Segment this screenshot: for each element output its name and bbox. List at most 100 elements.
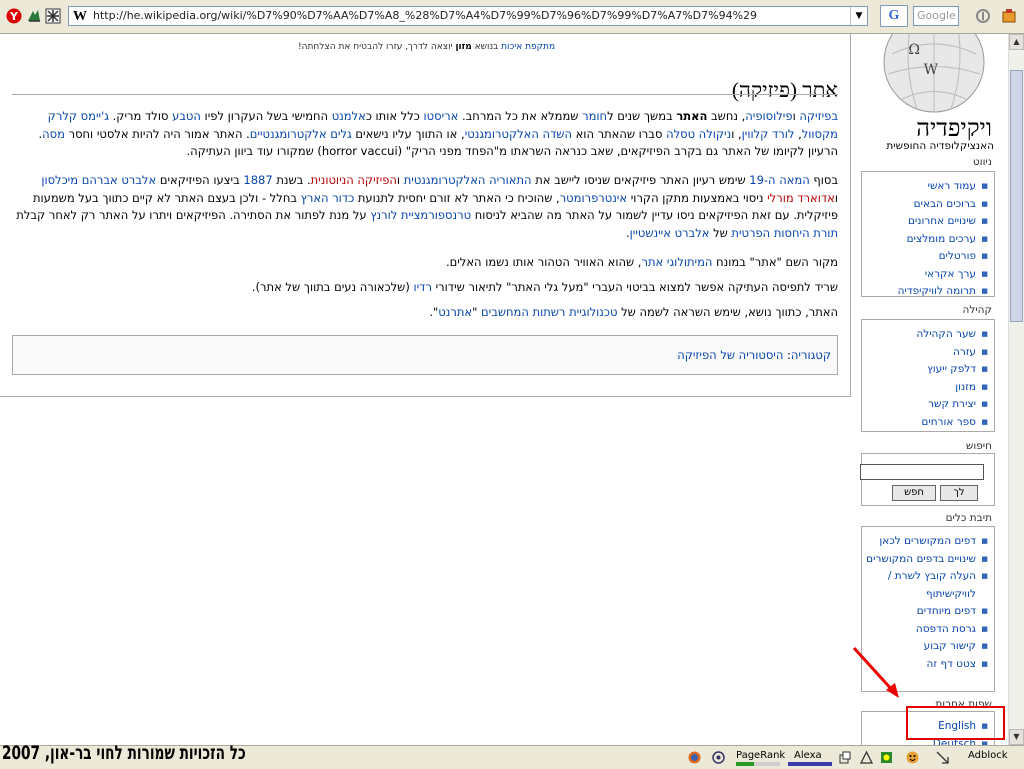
firefox-icon[interactable]: [688, 751, 701, 764]
paragraph-text: , שהוא האוויר הטהור אותו נשמו האלים.: [445, 255, 642, 269]
search-button[interactable]: חפש: [892, 485, 936, 501]
sidebar-item[interactable]: העלה קובץ לשרת / לוויקישיתוף: [862, 568, 990, 603]
category-link[interactable]: היסטוריה של הפיזיקה: [677, 348, 783, 362]
paragraph-text: החמישי בשל העקרון לפיו: [200, 109, 332, 123]
category-label[interactable]: קטגוריה: [791, 348, 831, 362]
cookie-icon[interactable]: [838, 751, 851, 764]
sidebar-item[interactable]: דפים מיוחדים: [862, 603, 990, 621]
sidebar-item[interactable]: ברוכים הבאים: [862, 196, 990, 214]
article-link[interactable]: מסה: [42, 127, 65, 141]
article-link[interactable]: המאה ה-19: [749, 173, 809, 187]
sidebar-item[interactable]: גרסת הדפסה: [862, 621, 990, 639]
warning-icon[interactable]: [860, 751, 873, 764]
article-link[interactable]: בפיזיקה: [799, 109, 838, 123]
article-link[interactable]: חומר: [582, 109, 607, 123]
article-link[interactable]: התאוריה האלקטרומגנטית: [404, 173, 532, 187]
article-link[interactable]: אלברט איינשטיין: [630, 226, 710, 240]
search-input[interactable]: [860, 464, 984, 480]
article-link[interactable]: השדה האלקטרומגנטי: [465, 127, 572, 141]
missing-article-link[interactable]: אדוארד מורלי: [767, 191, 835, 205]
paragraph-text: האתר, כתווך נושא, שימש השראה לשמה של: [617, 305, 838, 319]
article-link[interactable]: לורד קלווין: [742, 127, 795, 141]
sidebar-item[interactable]: מזנון: [862, 379, 990, 397]
article-link[interactable]: פילוסופיה: [745, 109, 792, 123]
paragraph-text: ו: [834, 190, 838, 205]
pagerank-icon[interactable]: [975, 8, 991, 24]
paragraph-text: , או התווך עליו נישאים: [351, 126, 465, 141]
google-search-icon[interactable]: G: [880, 5, 908, 27]
paragraph-text: , שהוכיח כי האתר לא זורם יחסית לתנועת: [354, 190, 560, 205]
paragraph-2: בסוף המאה ה-19 שימש רעיון האתר פיזיקאים …: [10, 172, 838, 242]
article-link[interactable]: טכנולוגיית רשתות המחשבים: [481, 305, 617, 319]
scroll-up-icon[interactable]: ▲: [1009, 34, 1024, 50]
paragraph-text: במשך שנים ל: [607, 109, 677, 123]
sidebar-item[interactable]: דפים המקושרים לכאן: [862, 533, 990, 551]
article-link[interactable]: אריסטו: [424, 109, 459, 123]
missing-article-link[interactable]: הפיזיקה הניוטונית: [311, 173, 397, 187]
site-notice-link[interactable]: מתקפת איכות: [501, 42, 555, 52]
article-link[interactable]: אלמנט: [332, 109, 366, 123]
sidebar-item[interactable]: שינויים בדפים המקושרים: [862, 551, 990, 569]
paragraph-5: האתר, כתווך נושא, שימש השראה לשמה של טכנ…: [10, 304, 838, 322]
sidebar-item[interactable]: עמוד ראשי: [862, 178, 990, 196]
article-link[interactable]: 1887: [243, 173, 272, 187]
scrollbar-thumb[interactable]: [1010, 70, 1023, 322]
paragraph-text: (שלכאורה נעים בתווך של אתר).: [251, 280, 414, 294]
vertical-scrollbar[interactable]: ▲ ▼: [1008, 34, 1024, 745]
google-search-input[interactable]: Google: [913, 6, 959, 26]
address-bar[interactable]: W http://he.wikipedia.org/wiki/%D7%90%D7…: [68, 6, 868, 26]
settings-icon[interactable]: [45, 8, 61, 24]
url-text: http://he.wikipedia.org/wiki/%D7%90%D7%A…: [93, 9, 758, 22]
article-link[interactable]: הטבע: [172, 109, 201, 123]
sidebar-item[interactable]: תרומה לוויקיפדיה: [862, 283, 990, 301]
article-link[interactable]: אתרנט: [438, 305, 472, 319]
sidebar-item[interactable]: ספר אורחים: [862, 414, 990, 432]
site-notice-text: בנושא: [471, 42, 502, 52]
nav-portlet: עמוד ראשיברוכים הבאיםשינויים אחרוניםערכי…: [861, 171, 995, 300]
scroll-down-icon[interactable]: ▼: [1009, 729, 1024, 745]
community-heading: קהילה: [962, 304, 993, 316]
article-link[interactable]: תורת היחסות הפרטית: [731, 226, 838, 240]
search-heading: חיפוש: [965, 440, 992, 452]
delicious-icon[interactable]: [26, 8, 42, 24]
shield-icon[interactable]: [880, 751, 893, 764]
pagerank-bar: [736, 762, 780, 766]
article-link[interactable]: אתר: [641, 255, 663, 269]
sidebar-item[interactable]: דלפק ייעוץ: [862, 361, 990, 379]
article-link[interactable]: אלברט אברהם מיכלסון: [41, 173, 156, 187]
sidebar-item[interactable]: ערכים מומלצים: [862, 231, 990, 249]
paragraph-text: ניסוי באמצעות מתקן הקרוי: [627, 190, 768, 205]
go-button[interactable]: לך: [940, 485, 978, 501]
sidebar-item[interactable]: עזרה: [862, 344, 990, 362]
sidebar-item[interactable]: שינויים אחרונים: [862, 213, 990, 231]
y-button-icon[interactable]: Y: [6, 8, 22, 24]
article-link[interactable]: אינטרפרומטר: [560, 191, 627, 205]
sidebar-item[interactable]: שער הקהילה: [862, 326, 990, 344]
smiley-icon[interactable]: [906, 751, 919, 764]
alexa-label[interactable]: Alexa: [794, 750, 822, 761]
article-link[interactable]: המיתולוגי: [667, 255, 713, 269]
wikipedia-favicon: W: [73, 9, 87, 24]
community-portlet: שער הקהילהעזרהדלפק ייעוץמזנוןיצירת קשרספ…: [861, 319, 995, 432]
toolbox-heading: תיבת כלים: [945, 512, 992, 524]
pagerank-label[interactable]: PageRank: [736, 750, 785, 761]
sidebar-item[interactable]: פורטלים: [862, 248, 990, 266]
article-link[interactable]: רדיו: [413, 280, 431, 294]
paragraph-text: כלל אותו כ: [365, 109, 424, 123]
article-link[interactable]: כדור הארץ: [301, 191, 355, 205]
toolbar-menu-icon[interactable]: [1001, 8, 1017, 24]
paragraph-text: בסוף: [809, 173, 838, 187]
paragraph-text: . בשנת: [272, 173, 311, 187]
article-link[interactable]: ניקולה טסלה: [666, 127, 731, 141]
chevron-down-icon[interactable]: ▼: [850, 7, 867, 25]
site-notice-bold[interactable]: מזון: [455, 42, 471, 52]
sidebar-item[interactable]: ערך אקראי: [862, 266, 990, 284]
at-icon[interactable]: [712, 751, 725, 764]
site-notice: מתקפת איכות בנושא מזון יוצאה לדרך, עזרו …: [298, 42, 555, 52]
adblock-label[interactable]: Adblock: [968, 750, 1008, 761]
article-link[interactable]: גלים אלקטרומגנטיים: [250, 127, 352, 141]
sidebar-item[interactable]: יצירת קשר: [862, 396, 990, 414]
svg-text:W: W: [924, 62, 939, 78]
article-link[interactable]: טרנספורמציית לורנץ: [370, 208, 471, 222]
resize-icon[interactable]: [936, 751, 949, 764]
